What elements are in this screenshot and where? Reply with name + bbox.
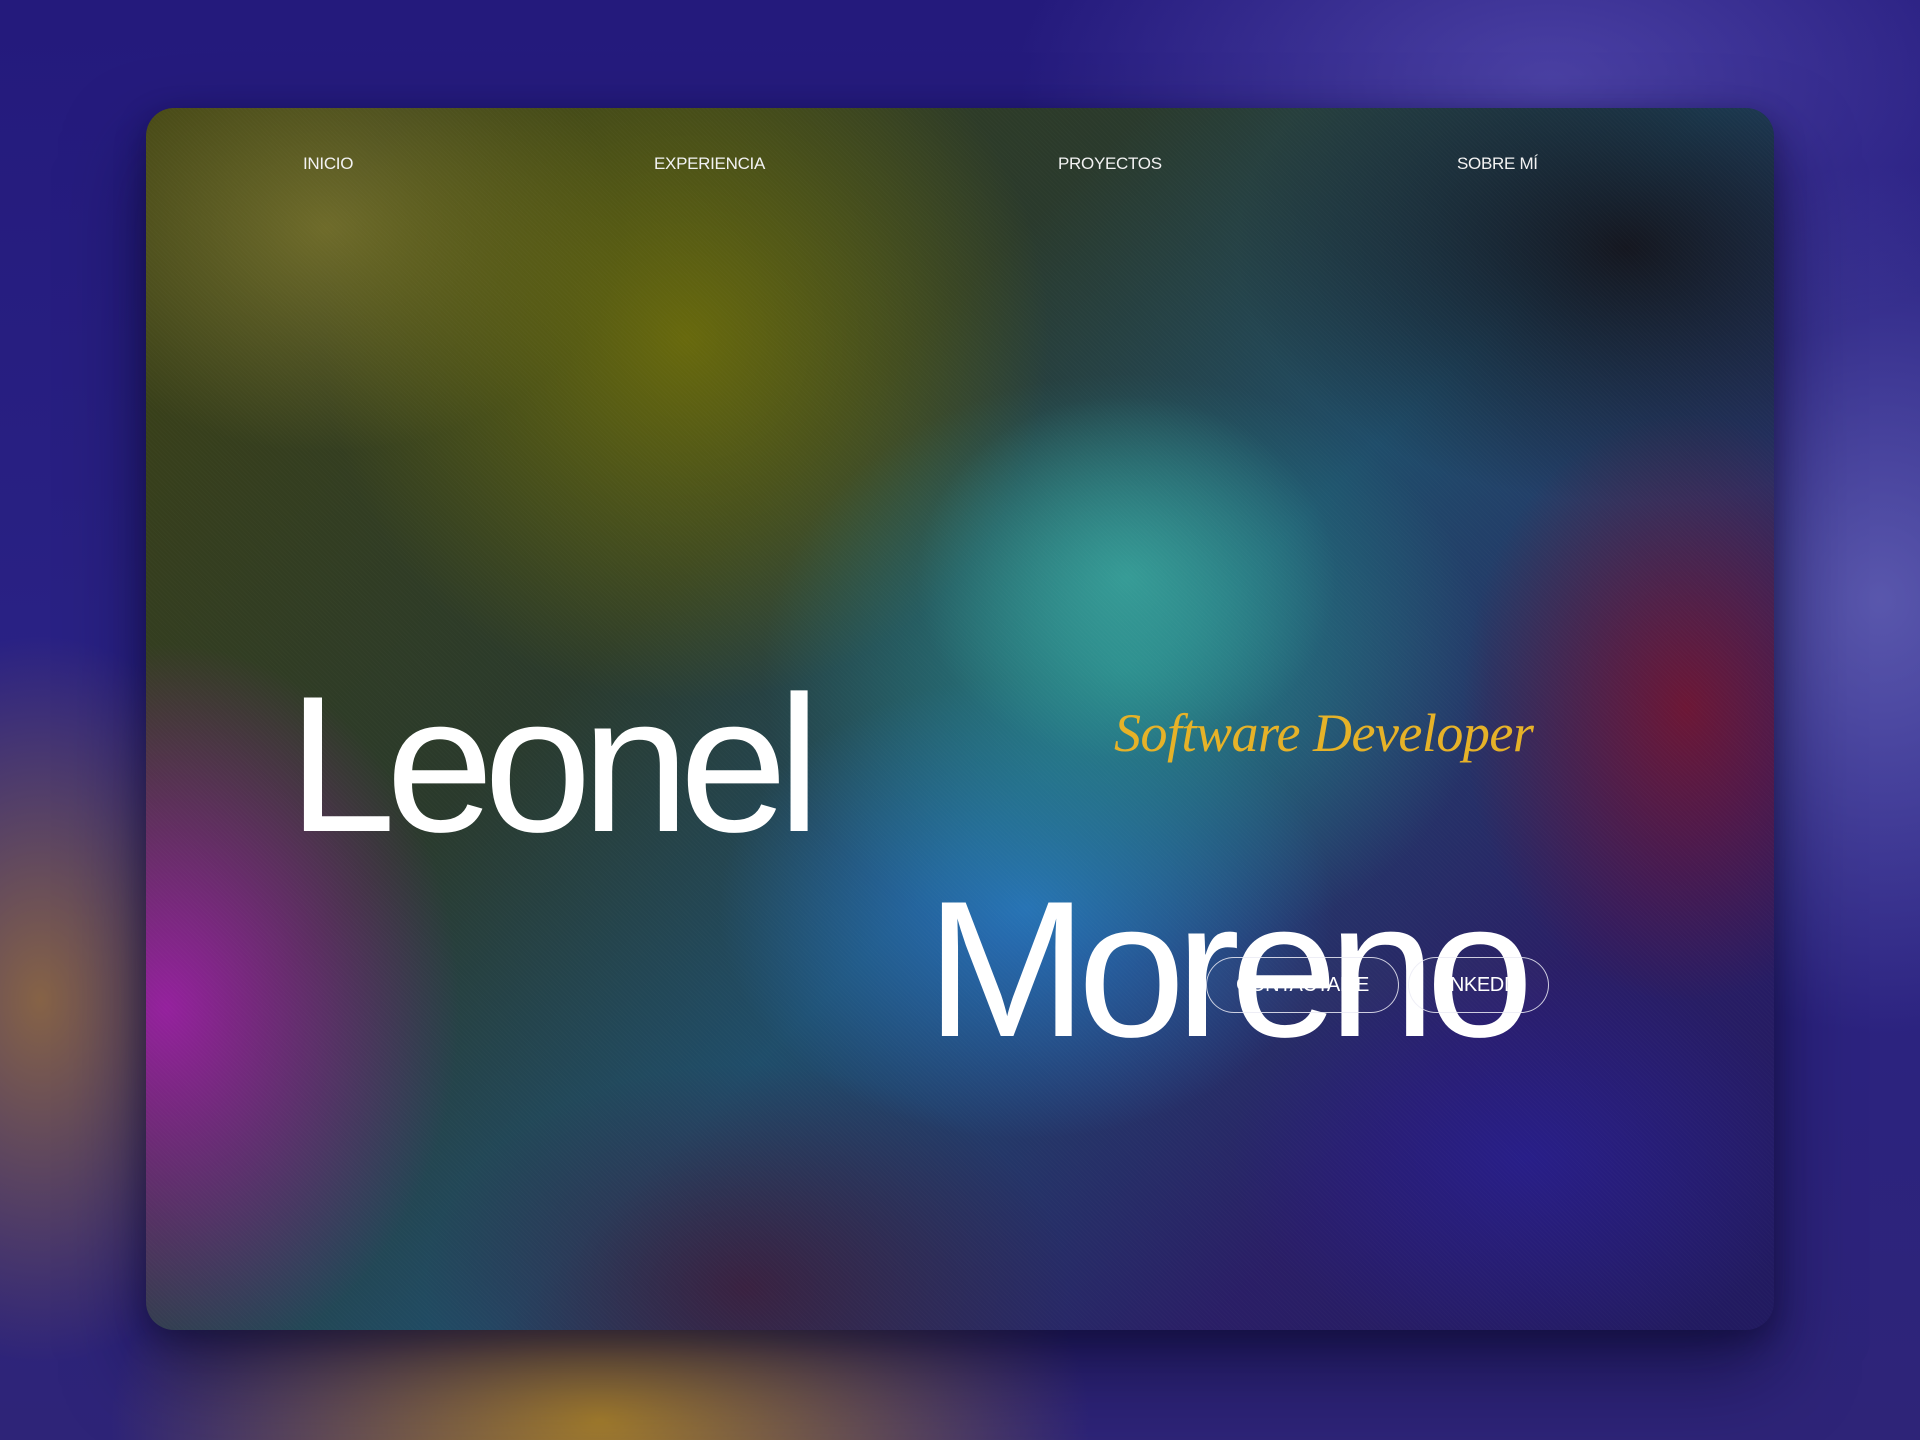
nav-item-sobre-mi[interactable]: SOBRE MÍ: [1457, 154, 1538, 174]
linkedin-button[interactable]: LINKEDIN: [1408, 957, 1549, 1013]
contact-button[interactable]: CONTACTAME: [1206, 957, 1399, 1013]
hero-first-name: Leonel: [288, 655, 821, 873]
nav-item-inicio[interactable]: INICIO: [303, 154, 353, 174]
hero-card: INICIO EXPERIENCIA PROYECTOS SOBRE MÍ Le…: [146, 108, 1774, 1330]
top-navigation: INICIO EXPERIENCIA PROYECTOS SOBRE MÍ: [146, 154, 1774, 178]
hero-role-title: Software Developer: [1114, 703, 1534, 763]
nav-item-proyectos[interactable]: PROYECTOS: [1058, 154, 1162, 174]
nav-item-experiencia[interactable]: EXPERIENCIA: [654, 154, 765, 174]
